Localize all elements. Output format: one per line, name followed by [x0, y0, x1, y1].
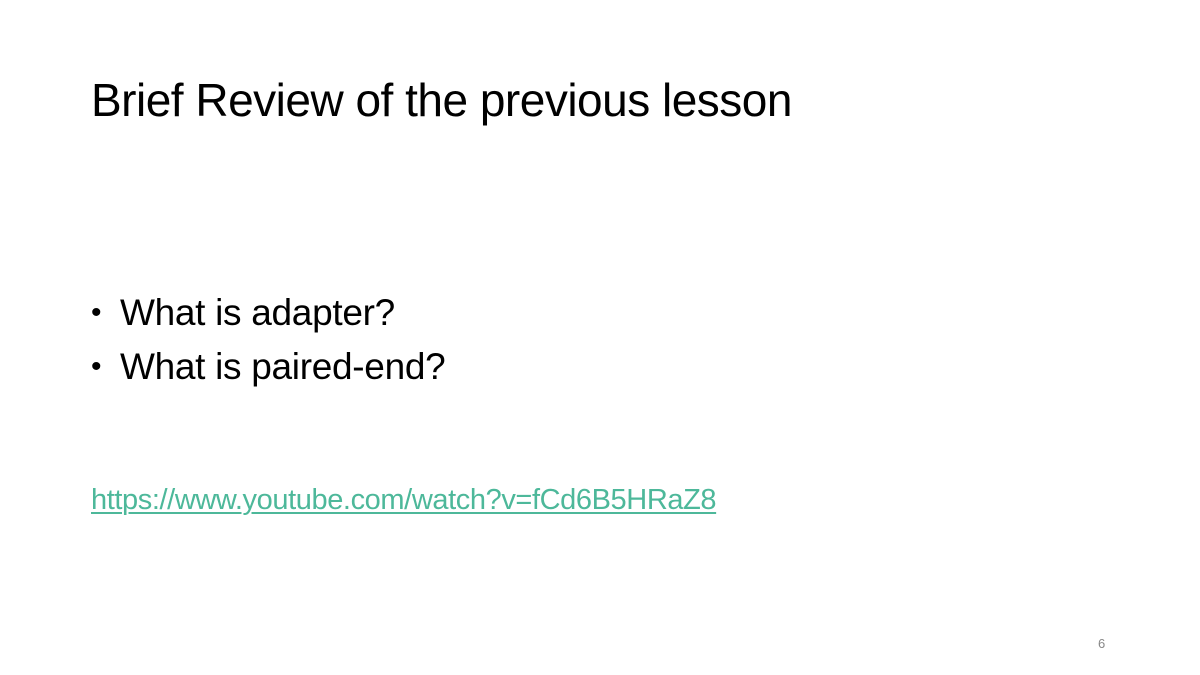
bullet-list: • What is adapter? • What is paired-end?	[91, 286, 446, 394]
bullet-marker: •	[91, 296, 102, 329]
bullet-text: What is paired-end?	[120, 346, 446, 387]
page-number: 6	[1098, 636, 1106, 651]
slide-title: Brief Review of the previous lesson	[91, 74, 792, 126]
slide: Brief Review of the previous lesson • Wh…	[0, 0, 1200, 675]
bullet-text: What is adapter?	[120, 292, 395, 333]
bullet-item: • What is paired-end?	[91, 340, 446, 394]
youtube-link[interactable]: https://www.youtube.com/watch?v=fCd6B5HR…	[91, 480, 717, 520]
bullet-item: • What is adapter?	[91, 286, 445, 340]
bullet-marker: •	[91, 350, 102, 383]
